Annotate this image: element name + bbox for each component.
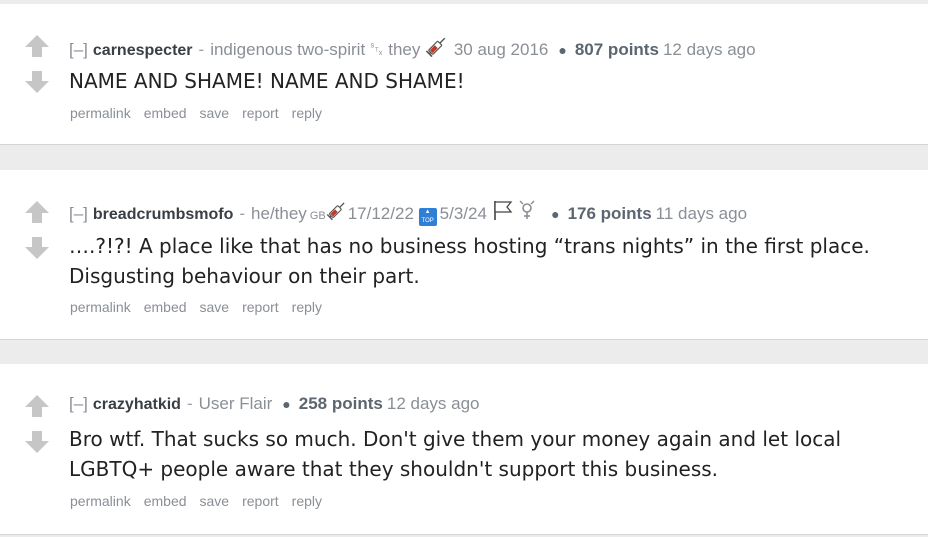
- flag-icon: [493, 201, 512, 220]
- separator: -: [198, 40, 205, 59]
- flair-date: 17/12/22: [347, 204, 414, 223]
- bullet-dot: ●: [551, 206, 560, 222]
- gb-flag-label: GB: [309, 210, 326, 222]
- comment-actions: permalink embed save report reply: [70, 105, 335, 121]
- bullet-dot: ●: [558, 42, 567, 58]
- comment-actions: permalink embed save report reply: [70, 493, 335, 509]
- permalink-link[interactable]: permalink: [70, 105, 131, 121]
- bullet-dot: ●: [282, 396, 291, 412]
- top-arrow-icon: ▲ TOP: [418, 208, 437, 226]
- embed-link[interactable]: embed: [144, 493, 187, 509]
- comment-actions: permalink embed save report reply: [70, 299, 335, 315]
- upvote-arrow-icon[interactable]: [24, 34, 50, 58]
- save-link[interactable]: save: [200, 105, 230, 121]
- comment-header: [–] carnespecter - indigenous two-spirit ␂ …: [69, 35, 756, 62]
- user-flair: he/they: [251, 204, 307, 223]
- points-score: 258 points: [298, 394, 383, 413]
- embed-link[interactable]: embed: [144, 105, 187, 121]
- report-link[interactable]: report: [242, 105, 279, 121]
- collapse-toggle[interactable]: [–]: [69, 40, 88, 59]
- permalink-link[interactable]: permalink: [70, 299, 131, 315]
- flair-date: 30 aug 2016: [453, 40, 549, 59]
- upvote-arrow-icon[interactable]: [24, 200, 50, 224]
- top-badge-label: TOP: [421, 218, 434, 224]
- comment-card: [–] carnespecter - indigenous two-spirit ␂ …: [0, 4, 928, 145]
- downvote-arrow-icon[interactable]: [24, 430, 50, 454]
- report-link[interactable]: report: [242, 299, 279, 315]
- comment-body: ….?!?! A place like that has no business…: [69, 234, 870, 288]
- timestamp: 11 days ago: [655, 204, 748, 223]
- reply-link[interactable]: reply: [292, 493, 322, 509]
- reply-link[interactable]: reply: [292, 105, 322, 121]
- upvote-arrow-icon[interactable]: [24, 394, 50, 418]
- collapse-toggle[interactable]: [–]: [69, 204, 88, 223]
- syringe-icon: [326, 202, 345, 221]
- timestamp: 12 days ago: [386, 394, 480, 413]
- embed-link[interactable]: embed: [144, 299, 187, 315]
- reply-link[interactable]: reply: [292, 299, 322, 315]
- points-score: 176 points: [567, 204, 652, 223]
- username-link[interactable]: carnespecter: [93, 42, 193, 59]
- transgender-symbol-icon: [519, 200, 535, 219]
- separator: -: [186, 394, 193, 413]
- timestamp: 12 days ago: [662, 40, 756, 59]
- comment-card: [–] breadcrumbsmofo - he/they GB 17/12/22 ▲ TO…: [0, 170, 928, 340]
- username-link[interactable]: breadcrumbsmofo: [93, 206, 233, 223]
- separator: -: [239, 204, 246, 223]
- report-link[interactable]: report: [242, 493, 279, 509]
- collapse-toggle[interactable]: [–]: [69, 394, 88, 413]
- save-link[interactable]: save: [200, 299, 230, 315]
- downvote-arrow-icon[interactable]: [24, 70, 50, 94]
- flair-date: 5/3/24: [439, 204, 487, 223]
- comment-header: [–] crazyhatkid - User Flair ● 258 points 12 d…: [69, 393, 480, 416]
- username-link[interactable]: crazyhatkid: [93, 396, 181, 413]
- user-flair: indigenous two-spirit ␂ they: [210, 40, 421, 59]
- points-score: 807 points: [574, 40, 659, 59]
- comment-body: Bro wtf. That sucks so much. Don't give …: [69, 427, 842, 481]
- user-flair: User Flair: [198, 394, 273, 413]
- comment-header: [–] breadcrumbsmofo - he/they GB 17/12/22 ▲ TO…: [69, 199, 747, 227]
- save-link[interactable]: save: [200, 493, 230, 509]
- comment-card: [–] crazyhatkid - User Flair ● 258 points 12 d…: [0, 364, 928, 535]
- downvote-arrow-icon[interactable]: [24, 236, 50, 260]
- permalink-link[interactable]: permalink: [70, 493, 131, 509]
- comment-body: NAME AND SHAME! NAME AND SHAME!: [69, 69, 465, 93]
- syringe-icon: [425, 37, 446, 57]
